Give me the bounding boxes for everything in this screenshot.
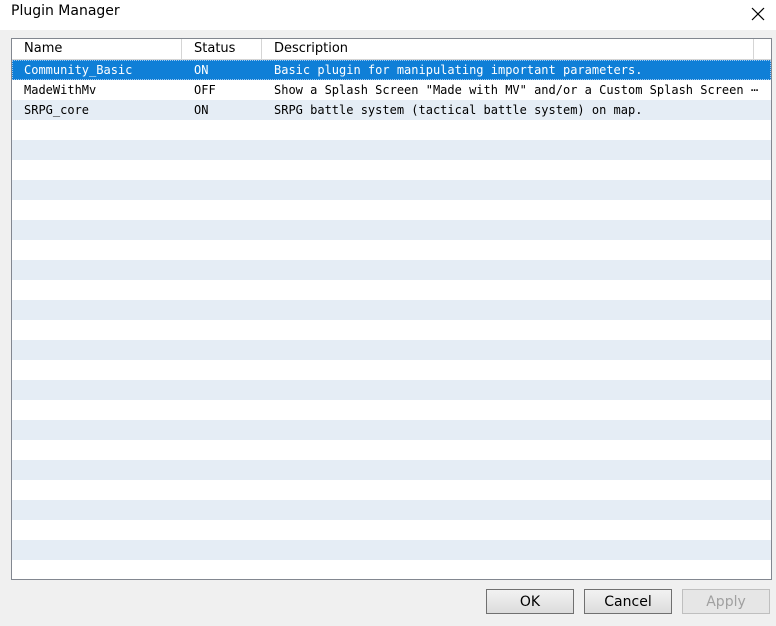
empty-row[interactable]: [12, 500, 771, 520]
empty-row[interactable]: [12, 480, 771, 500]
window-title: Plugin Manager: [11, 3, 120, 19]
empty-row[interactable]: [12, 160, 771, 180]
empty-row[interactable]: [12, 120, 771, 140]
empty-row[interactable]: [12, 380, 771, 400]
plugin-description-cell: SRPG battle system (tactical battle syst…: [274, 103, 643, 117]
empty-row[interactable]: [12, 240, 771, 260]
plugin-status-cell: ON: [194, 103, 209, 117]
column-header-status[interactable]: Status: [182, 39, 262, 59]
title-bar: Plugin Manager: [0, 0, 776, 30]
plugin-name-cell: SRPG_core: [24, 103, 90, 117]
table-row[interactable]: MadeWithMv OFF Show a Splash Screen "Made …: [12, 80, 771, 100]
empty-row[interactable]: [12, 360, 771, 380]
plugin-list[interactable]: Name Status Description Community_Basic O…: [11, 38, 772, 580]
column-header-name[interactable]: Name: [12, 39, 182, 59]
plugin-description-cell: Basic plugin for manipulating important …: [274, 63, 643, 77]
plugin-status-cell: OFF: [194, 83, 216, 97]
empty-row[interactable]: [12, 260, 771, 280]
empty-row[interactable]: [12, 420, 771, 440]
empty-row[interactable]: [12, 440, 771, 460]
empty-row[interactable]: [12, 460, 771, 480]
column-header-description[interactable]: Description: [262, 39, 754, 59]
empty-row[interactable]: [12, 140, 771, 160]
empty-row[interactable]: [12, 200, 771, 220]
close-button[interactable]: [740, 0, 776, 28]
plugin-name-cell: MadeWithMv: [24, 83, 97, 97]
empty-row[interactable]: [12, 340, 771, 360]
table-row[interactable]: SRPG_core ON SRPG battle system (tactical …: [12, 100, 771, 120]
empty-row[interactable]: [12, 300, 771, 320]
empty-row[interactable]: [12, 400, 771, 420]
table-row[interactable]: Community_Basic ON Basic plugin for manipu…: [12, 60, 771, 80]
plugin-rows: Community_Basic ON Basic plugin for manipu…: [12, 60, 771, 579]
ok-button[interactable]: OK: [486, 589, 574, 614]
plugin-status-cell: ON: [194, 63, 209, 77]
apply-button[interactable]: Apply: [682, 589, 770, 614]
cancel-button[interactable]: Cancel: [584, 589, 672, 614]
empty-row[interactable]: [12, 280, 771, 300]
plugin-name-cell: Community_Basic: [24, 63, 133, 77]
list-header: Name Status Description: [12, 39, 771, 60]
empty-row[interactable]: [12, 180, 771, 200]
plugin-description-cell: Show a Splash Screen "Made with MV" and/…: [274, 83, 759, 97]
empty-row[interactable]: [12, 540, 771, 560]
empty-row[interactable]: [12, 320, 771, 340]
empty-row[interactable]: [12, 220, 771, 240]
empty-row[interactable]: [12, 520, 771, 540]
plugin-manager-dialog: Plugin Manager Name Status Description C…: [0, 0, 776, 626]
close-icon: [751, 7, 765, 21]
empty-row[interactable]: [12, 560, 771, 579]
